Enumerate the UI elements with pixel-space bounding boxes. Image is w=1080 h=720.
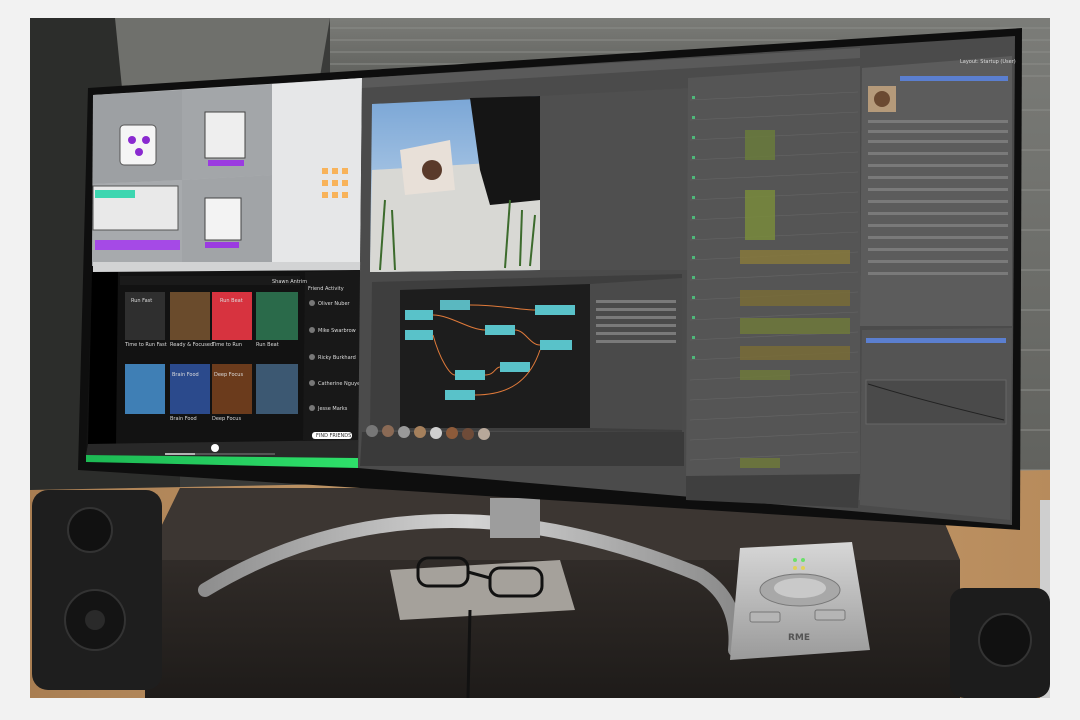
- cover-text-3: Brain Food: [172, 372, 199, 378]
- playlist-title-2: Ready & Focused: [170, 342, 213, 348]
- cover-text-4: Deep Focus: [214, 372, 243, 378]
- photo-scene: RME Shawn Antrim Friend Activity Run Fas…: [0, 0, 1080, 720]
- cover-text-2: Run Beat: [220, 298, 243, 304]
- friend-4: Catherine Nguyen: [318, 381, 363, 387]
- layout-label: Layout: Startup (User): [960, 59, 1016, 65]
- model-purple-base: [95, 240, 180, 250]
- music-player: Shawn Antrim Friend Activity Run Fast Ru…: [86, 270, 363, 468]
- progress-fill: [165, 453, 195, 455]
- friend-2: Mike Swarbrow: [318, 328, 356, 334]
- attributes-tab-bar[interactable]: [866, 338, 1006, 343]
- find-friends-label: FIND FRIENDS: [316, 433, 351, 439]
- properties-panel: [272, 78, 362, 270]
- material-manager: [360, 432, 684, 466]
- material-tab-bar[interactable]: [900, 76, 1008, 81]
- cover-text-1: Run Fast: [131, 298, 152, 304]
- cable: [466, 609, 472, 699]
- playlist-cover-5[interactable]: [125, 364, 165, 414]
- model-side: [204, 197, 242, 241]
- playlist-title-6: Brain Food: [170, 416, 197, 422]
- playlist-cover-2[interactable]: [170, 292, 210, 340]
- friend-3: Ricky Burkhard: [318, 355, 356, 361]
- friend-1: Oliver Nuber: [318, 301, 351, 307]
- play-button[interactable]: [211, 444, 219, 452]
- playlist-title-4: Run Beat: [256, 342, 279, 348]
- render-character: [422, 160, 442, 180]
- monitor-stand-neck: [490, 498, 540, 538]
- screen-left-top: [92, 78, 362, 272]
- scene-svg: RME Shawn Antrim Friend Activity Run Fas…: [0, 0, 1080, 720]
- playlist-cover-4[interactable]: [256, 292, 298, 340]
- model-front: [119, 124, 157, 166]
- playlist-title-3: Time to Run: [211, 342, 242, 348]
- playlist-cover-8[interactable]: [256, 364, 298, 414]
- music-sidebar: [88, 272, 118, 445]
- friend-activity-title: Friend Activity: [308, 286, 344, 292]
- left-speaker: [32, 490, 162, 690]
- right-speaker: [950, 588, 1050, 698]
- screen-right: [358, 36, 1015, 525]
- friend-5: Jesse Marks: [317, 406, 348, 412]
- music-header-user: Shawn Antrim: [272, 279, 307, 285]
- playlist-title-7: Deep Focus: [212, 416, 241, 422]
- falloff-graph: [865, 379, 1007, 425]
- rme-logo: RME: [788, 633, 810, 643]
- playlist-title-1: Time to Run Fast: [124, 342, 167, 348]
- viewport-side-panel: [540, 88, 690, 270]
- model-perspective: [204, 111, 246, 159]
- audio-interface: RME: [730, 542, 870, 660]
